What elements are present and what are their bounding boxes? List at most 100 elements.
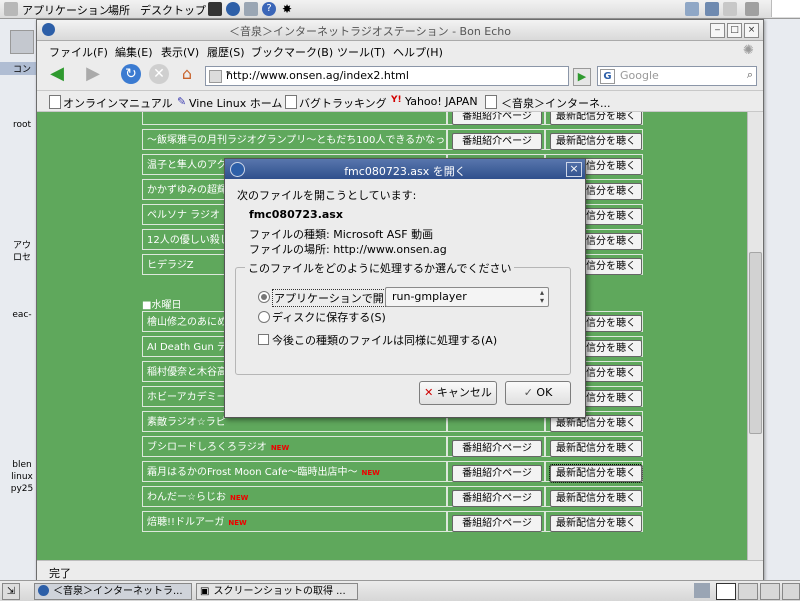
bookmark-vine[interactable]: Vine Linux ホーム [189,95,282,111]
trash-icon[interactable] [694,583,710,598]
google-icon[interactable]: G [600,69,615,84]
menu-help[interactable]: ヘルプ(H) [393,44,443,60]
menu-tools[interactable]: ツール(T) [337,44,385,60]
help-icon[interactable]: ? [262,2,276,16]
program-intro-button[interactable]: 番組紹介ページ [452,133,542,150]
save-to-disk-label[interactable]: ディスクに保存する(S) [272,309,386,325]
home-button[interactable]: ⌂ [177,64,197,84]
cell: 番組紹介ページ [447,436,545,457]
dialog-title: fmc080723.asx を開く [344,165,466,178]
search-box[interactable]: G Google ⌕ [597,66,757,86]
applet-icon[interactable] [723,2,737,16]
program-name-cell: ブシロードしろくろラジオ NEW [142,436,447,457]
cell: 番組紹介ページ [447,461,545,482]
bookmark-page-icon [485,95,497,109]
window-titlebar[interactable]: ＜音泉＞インターネットラジオステーション - Bon Echo ‒ □ × [37,20,763,41]
program-intro-button[interactable]: 番組紹介ページ [452,490,542,507]
bookmark-yahoo[interactable]: Yahoo! JAPAN [405,95,478,108]
listen-latest-button[interactable]: 最新配信分を聴く [550,515,642,532]
navigation-toolbar: ◀ ▶ ↻ ✕ ⌂ http://www.onsen.ag/index2.htm… [37,60,763,91]
program-intro-button[interactable]: 番組紹介ページ [452,112,542,125]
stop-button[interactable]: ✕ [149,64,169,84]
menu-view[interactable]: 表示(V) [161,44,199,60]
open-with-radio[interactable] [258,291,270,303]
listen-latest-button[interactable]: 最新配信分を聴く [550,112,642,125]
dialog-titlebar[interactable]: fmc080723.asx を開く × [225,159,585,179]
bug-icon[interactable]: ✸ [282,2,296,16]
program-name[interactable]: ブシロードしろくろラジオ [147,442,267,453]
bookmark-onsen[interactable]: ＜音泉＞インターネ... [501,95,611,111]
program-intro-button[interactable]: 番組紹介ページ [452,440,542,457]
mail-icon[interactable] [244,2,258,16]
url-dropdown-icon[interactable]: ▾ [226,69,566,79]
foot-menu-icon[interactable] [4,2,18,16]
listen-latest-button[interactable]: 最新配信分を聴く [550,440,642,457]
url-bar[interactable]: http://www.onsen.ag/index2.html ▾ [205,66,569,86]
volume-icon[interactable] [745,2,759,16]
workspace-2[interactable] [738,583,758,600]
applications-menu[interactable]: アプリケーション [22,2,110,18]
yahoo-icon: Y! [391,95,402,105]
maximize-button[interactable]: □ [727,23,742,38]
open-file-dialog: fmc080723.asx を開く × 次のファイルを開こうとしています: fm… [224,158,586,418]
listen-latest-button[interactable]: 最新配信分を聴く [550,490,642,507]
day-header: ■水曜日 [142,300,182,311]
bookmarks-toolbar: オンラインマニュアル ✎ Vine Linux ホーム バグトラッキング Y! … [37,91,763,112]
menu-edit[interactable]: 編集(E) [115,44,153,60]
program-name[interactable]: 〜飯塚雅弓の月刊ラジオグランプリ〜ともだち100人できるかなっ♪ [142,129,447,150]
cell: 最新配信分を聴く [545,129,643,150]
network-icon[interactable] [685,2,699,16]
reload-button[interactable]: ↻ [121,64,141,84]
menu-file[interactable]: ファイル(F) [49,44,108,60]
dialog-close-button[interactable]: × [566,162,582,177]
ok-button[interactable]: ✓ OK [505,381,571,405]
bookmark-manual[interactable]: オンラインマニュアル [63,95,173,111]
back-button[interactable]: ◀ [47,64,67,84]
workspace-4[interactable] [782,583,800,600]
terminal-icon[interactable] [208,2,222,16]
status-bar: 完了 [37,560,763,581]
remember-label[interactable]: 今後この種類のファイルは同様に処理する(A) [272,332,497,348]
cell: 番組紹介ページ [447,129,545,150]
menu-history[interactable]: 履歴(S) [207,44,245,60]
listen-latest-button[interactable]: 最新配信分を聴く [550,133,642,150]
go-button[interactable]: ▶ [573,68,591,86]
desktop-menu[interactable]: デスクトップ [140,2,206,18]
window-title: ＜音泉＞インターネットラジオステーション - Bon Echo [229,25,511,38]
program-name[interactable]: 焙聴!!ドルアーガ [147,517,224,528]
panel-clock[interactable] [771,0,800,17]
taskbar-item-screenshot[interactable]: ▣ スクリーンショットの取得 ... [196,583,358,600]
program-name[interactable]: 霜月はるかのFrost Moon Cafe〜臨時出店中〜 [147,467,358,478]
remember-checkbox[interactable] [258,334,269,345]
program-row: わんだー☆らじお NEW 番組紹介ページ 最新配信分を聴く [142,486,649,509]
program-intro-button[interactable]: 番組紹介ページ [452,465,542,482]
bookmark-bugtracking[interactable]: バグトラッキング [299,95,387,111]
ok-icon: ✓ [523,386,533,399]
new-badge: NEW [270,444,290,452]
workspace-3[interactable] [760,583,780,600]
program-intro-button[interactable]: 番組紹介ページ [452,515,542,532]
show-desktop-icon[interactable]: ⇲ [2,583,20,600]
minimize-button[interactable]: ‒ [710,23,725,38]
listen-latest-button[interactable]: 最新配信分を聴く [549,464,643,483]
close-button[interactable]: × [744,23,759,38]
program-row: 番組紹介ページ 最新配信分を聴く [142,112,649,127]
camera-icon: ▣ [200,586,210,597]
vertical-scrollbar[interactable] [747,112,762,560]
places-menu[interactable]: 場所 [108,2,130,18]
workspace-1[interactable] [716,583,736,600]
scrollbar-thumb[interactable] [749,252,762,434]
program-name[interactable]: わんだー☆らじお [147,492,226,503]
forward-button[interactable]: ▶ [83,64,103,84]
menu-bookmarks[interactable]: ブックマーク(B) [251,44,333,60]
taskbar-item-browser[interactable]: ＜音泉＞インターネットラ... [34,583,192,600]
search-icon[interactable]: ⌕ [747,68,753,82]
application-combo[interactable]: run-gmplayer ▴ ▾ [385,287,549,307]
cancel-icon: ✕ [424,386,434,399]
cell: 番組紹介ページ [447,511,545,532]
save-to-disk-radio[interactable] [258,311,270,323]
cancel-button[interactable]: ✕ キャンセル [419,381,497,405]
file-name: fmc080723.asx [249,208,343,221]
firefox-icon[interactable] [226,2,240,16]
update-icon[interactable] [705,2,719,16]
